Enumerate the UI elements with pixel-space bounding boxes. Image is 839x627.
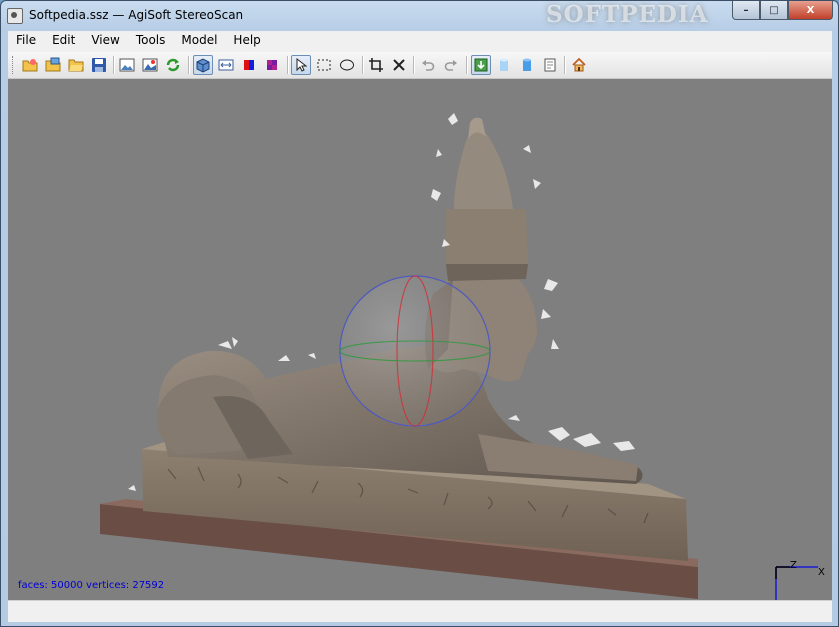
cylinder-blue-button[interactable] — [494, 55, 514, 75]
add-photos-icon — [45, 57, 61, 72]
app-icon[interactable] — [7, 8, 23, 24]
save-button[interactable] — [89, 55, 109, 75]
view-3d-button[interactable] — [193, 55, 213, 75]
select-arrow-button[interactable] — [291, 55, 311, 75]
menu-bar: File Edit View Tools Model Help — [8, 31, 832, 51]
texture-view-icon — [544, 58, 556, 72]
build-model-button[interactable] — [140, 55, 160, 75]
ellipse-select-button[interactable] — [337, 55, 357, 75]
status-bar — [8, 600, 832, 622]
new-project-icon — [22, 59, 38, 72]
texture-purple-button[interactable] — [262, 55, 282, 75]
redo-icon — [444, 60, 457, 71]
toolbar-separator — [466, 56, 468, 74]
cylinder-solid-button[interactable] — [517, 55, 537, 75]
home-button[interactable] — [569, 55, 589, 75]
menu-view[interactable]: View — [83, 31, 127, 51]
menu-model[interactable]: Model — [173, 31, 225, 51]
add-photos-button[interactable] — [43, 55, 63, 75]
align-images-button[interactable] — [117, 55, 137, 75]
toolbar-separator — [287, 56, 289, 74]
toolbar-separator — [113, 56, 115, 74]
toolbar-separator — [413, 56, 415, 74]
texture-color-button[interactable] — [239, 55, 259, 75]
export-button[interactable] — [471, 55, 491, 75]
open-button[interactable] — [66, 55, 86, 75]
window-title: Softpedia.ssz — AgiSoft StereoScan — [29, 8, 244, 22]
toolbar-separator — [188, 56, 190, 74]
crop-button[interactable] — [366, 55, 386, 75]
maximize-button[interactable]: □ — [760, 1, 788, 20]
menu-tools[interactable]: Tools — [128, 31, 174, 51]
new-project-button[interactable] — [20, 55, 40, 75]
main-toolbar — [8, 52, 832, 79]
undo-icon — [422, 60, 435, 71]
rect-select-icon — [317, 59, 331, 71]
toolbar-separator — [362, 56, 364, 74]
texture-view-button[interactable] — [540, 55, 560, 75]
menu-file[interactable]: File — [8, 31, 44, 51]
delete-button[interactable] — [389, 55, 409, 75]
softpedia-watermark: SOFTPEDIA — [546, 1, 709, 28]
home-icon — [572, 57, 586, 72]
mesh-stats: faces: 50000 vertices: 27592 — [18, 580, 165, 591]
title-bar[interactable]: Softpedia.ssz — AgiSoft StereoScan SOFTP… — [1, 1, 838, 31]
refresh-button[interactable] — [163, 55, 183, 75]
select-arrow-icon — [296, 57, 308, 72]
fit-button[interactable] — [216, 55, 236, 75]
axis-gizmo — [775, 566, 818, 600]
cylinder-solid-icon — [523, 58, 531, 71]
redo-button[interactable] — [441, 55, 461, 75]
texture-purple-icon — [267, 60, 277, 70]
view-3d-icon — [196, 58, 210, 73]
menu-help[interactable]: Help — [225, 31, 268, 51]
texture-color-icon — [244, 60, 254, 70]
double-crown — [446, 209, 528, 264]
ellipse-select-icon — [340, 59, 354, 71]
undo-button[interactable] — [418, 55, 438, 75]
sphinx-model — [100, 113, 818, 600]
save-icon — [92, 58, 106, 72]
export-icon — [474, 58, 488, 72]
delete-icon — [393, 59, 405, 71]
toolbar-grip[interactable] — [12, 56, 16, 74]
close-button[interactable]: X — [788, 1, 833, 20]
crop-icon — [369, 58, 383, 72]
3d-viewport[interactable]: faces: 50000 vertices: 27592 Z X Y — [8, 79, 832, 600]
align-images-icon — [119, 58, 135, 72]
axis-x-label: X — [818, 567, 825, 578]
toolbar-separator — [564, 56, 566, 74]
refresh-icon — [166, 58, 180, 72]
axis-z-label: Z — [790, 560, 797, 571]
cylinder-blue-icon — [500, 58, 508, 71]
minimize-button[interactable]: – — [732, 1, 760, 20]
client-area: File Edit View Tools Model Help faces: 5… — [8, 31, 832, 622]
build-model-icon — [142, 58, 158, 72]
fit-icon — [218, 59, 234, 71]
open-icon — [68, 59, 84, 72]
app-window: Softpedia.ssz — AgiSoft StereoScan SOFTP… — [0, 0, 839, 627]
menu-edit[interactable]: Edit — [44, 31, 83, 51]
rect-select-button[interactable] — [314, 55, 334, 75]
